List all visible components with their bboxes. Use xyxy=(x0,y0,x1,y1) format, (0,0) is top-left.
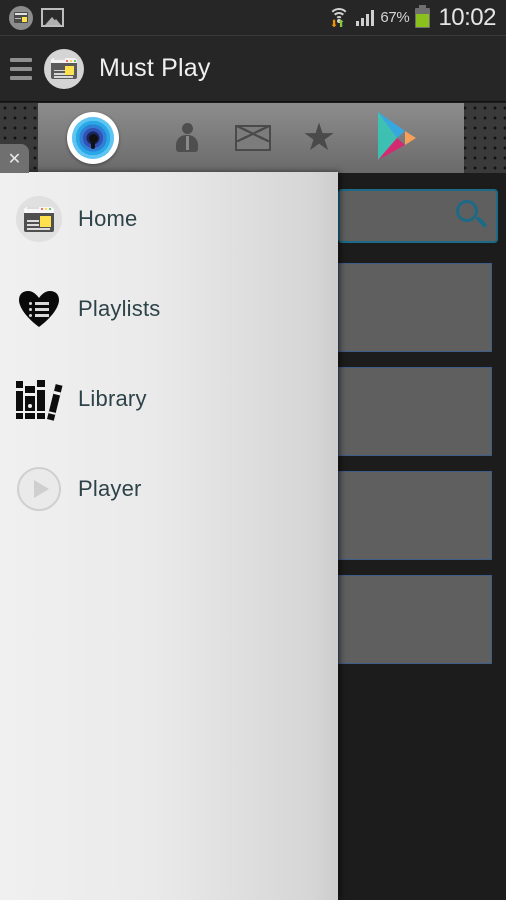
gallery-image-icon xyxy=(41,8,64,27)
battery-icon xyxy=(415,4,431,28)
ad-close-button[interactable]: ✕ xyxy=(0,144,29,173)
app-logo-icon xyxy=(44,48,84,89)
home-window-icon xyxy=(16,196,62,242)
wifi-icon: ⬇ ⬆ xyxy=(328,7,350,29)
star-icon: ★ xyxy=(301,117,337,159)
navigation-drawer: Home Playlists Library Player xyxy=(0,172,338,900)
search-input[interactable] xyxy=(338,189,498,243)
search-magnifier-icon[interactable] xyxy=(454,199,488,233)
sidebar-item-label: Playlists xyxy=(78,296,161,321)
sidebar-item-playlists[interactable]: Playlists xyxy=(0,278,338,340)
heart-list-icon xyxy=(16,286,62,332)
sidebar-item-library[interactable]: Library xyxy=(0,368,338,430)
google-play-icon xyxy=(368,107,426,170)
envelope-icon xyxy=(220,125,286,151)
person-icon xyxy=(154,123,220,153)
1password-lock-icon xyxy=(67,112,119,164)
sidebar-item-label: Library xyxy=(78,386,147,411)
sidebar-item-player[interactable]: Player xyxy=(0,458,338,520)
app-window-icon xyxy=(9,5,33,30)
ad-icon-row: ★ xyxy=(154,119,352,157)
status-bar-system: ⬇ ⬆ 67% 10:02 xyxy=(328,4,506,32)
ad-banner[interactable]: ★ xyxy=(38,103,464,173)
page-title: Must Play xyxy=(99,54,211,82)
hamburger-menu-icon[interactable] xyxy=(3,57,39,80)
action-bar: Must Play xyxy=(0,36,506,102)
content-card[interactable] xyxy=(338,471,492,560)
content-card[interactable] xyxy=(338,575,492,664)
play-circle-icon xyxy=(16,466,62,512)
books-icon xyxy=(16,376,63,422)
sidebar-item-home[interactable]: Home xyxy=(0,188,338,250)
sidebar-item-label: Player xyxy=(78,476,142,501)
sidebar-item-label: Home xyxy=(78,206,138,231)
status-bar-notifications xyxy=(0,5,64,30)
status-bar-clock: 10:02 xyxy=(438,3,496,31)
cell-signal-icon xyxy=(355,9,375,26)
status-bar: ⬇ ⬆ 67% 10:02 xyxy=(0,0,506,36)
content-card[interactable] xyxy=(338,367,492,456)
battery-percent: 67% xyxy=(380,9,410,26)
content-card[interactable] xyxy=(338,263,492,352)
